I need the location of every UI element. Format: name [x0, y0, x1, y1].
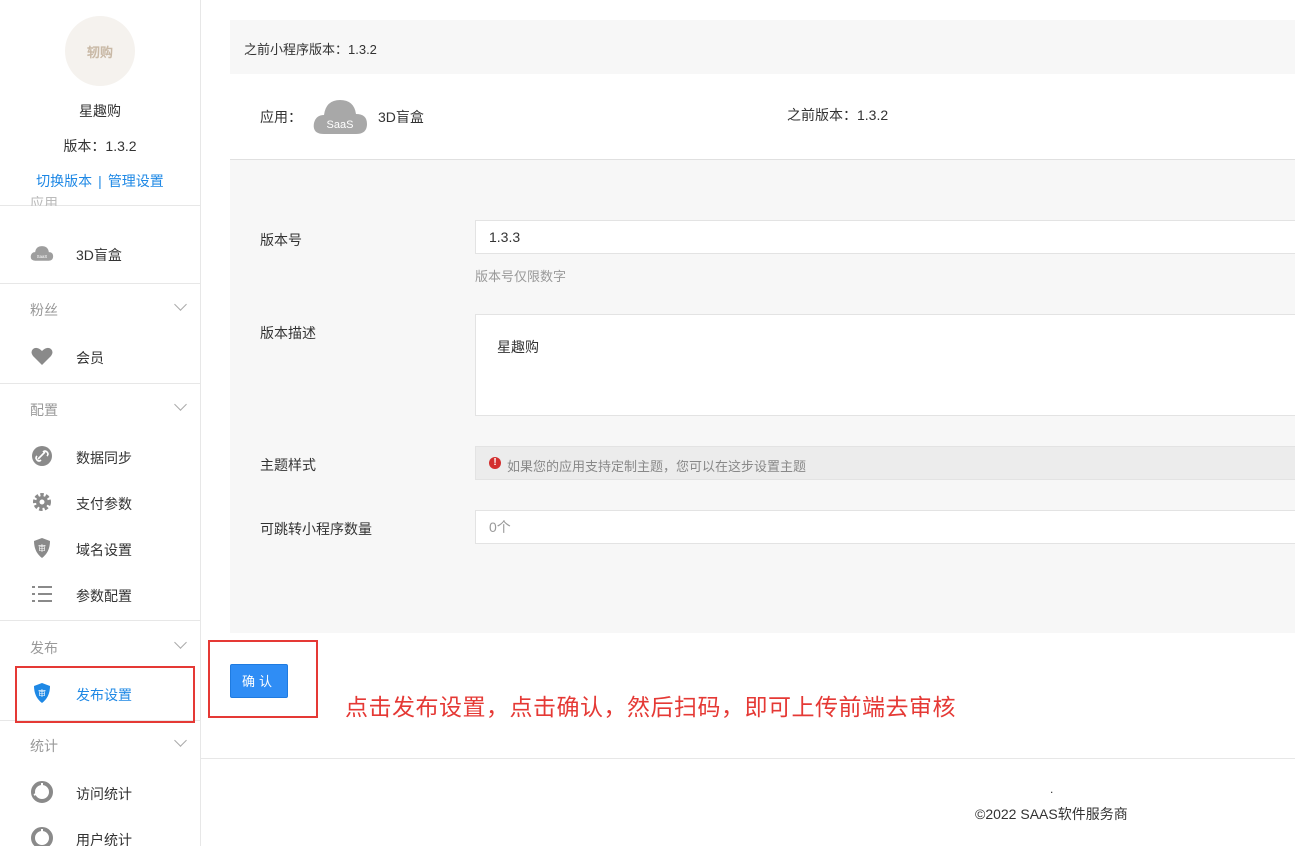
- previous-version: 之前版本：1.3.2: [787, 107, 889, 123]
- section-publish[interactable]: 发布: [0, 636, 200, 658]
- instruction-annotation: 点击发布设置，点击确认，然后扫码，即可上传前端去审核: [345, 694, 956, 720]
- app-logo: 轫购: [65, 16, 135, 86]
- version-hint: 版本号仅限数字: [475, 269, 567, 284]
- sidebar-item-label: 会员: [76, 350, 104, 366]
- section-title: 统计: [30, 738, 58, 754]
- previous-miniapp-version: 之前小程序版本：1.3.2: [244, 42, 377, 57]
- version-input[interactable]: 1.3.3: [475, 220, 1295, 254]
- sidebar-item-param-config[interactable]: 参数配置: [0, 574, 200, 614]
- shield-icon: 审: [30, 537, 54, 559]
- sidebar-item-label: 数据同步: [76, 450, 132, 466]
- sidebar-item-visit-stats[interactable]: 访问统计: [0, 772, 200, 812]
- copyright: ©2022 SAAS软件服务商: [975, 806, 1128, 822]
- manage-settings-link[interactable]: 管理设置: [108, 173, 164, 189]
- sidebar-item-user-stats[interactable]: 用户统计: [0, 818, 200, 846]
- sidebar-item-domain[interactable]: 审 域名设置: [0, 528, 200, 568]
- pie-chart-icon: [30, 781, 54, 803]
- jump-count-input[interactable]: 0个: [475, 510, 1295, 544]
- sidebar-item-label: 访问统计: [76, 786, 132, 802]
- app-name: 星趣购: [79, 103, 121, 119]
- saas-cloud-icon: SaaS: [312, 94, 368, 139]
- heart-icon: [30, 345, 54, 367]
- theme-warning-text: 如果您的应用支持定制主题，您可以在这步设置主题: [507, 459, 807, 474]
- app-version: 版本：1.3.2: [63, 138, 137, 154]
- gear-icon: [30, 491, 54, 513]
- saas-cloud-icon: SaaS: [30, 242, 54, 264]
- app-links: 切换版本 | 管理设置: [0, 171, 200, 191]
- chevron-down-icon: [174, 298, 187, 311]
- chevron-down-icon: [174, 734, 187, 747]
- pie-chart-icon: [30, 827, 54, 846]
- sidebar-item-label: 参数配置: [76, 588, 132, 604]
- section-fans[interactable]: 粉丝: [0, 298, 200, 320]
- sidebar-item-pay-params[interactable]: 支付参数: [0, 482, 200, 522]
- description-label: 版本描述: [260, 325, 316, 341]
- app-info-row: 应用： SaaS 3D盲盒 之前版本：1.3.2: [230, 74, 1295, 160]
- svg-text:SaaS: SaaS: [37, 254, 48, 259]
- divider: [0, 283, 200, 284]
- description-textarea[interactable]: 星趣购: [475, 314, 1295, 416]
- svg-text:审: 审: [38, 543, 46, 553]
- warning-icon: !: [489, 457, 501, 469]
- section-title: 粉丝: [30, 302, 58, 318]
- sidebar-item-label: 3D盲盒: [76, 247, 122, 263]
- section-title: 发布: [30, 640, 58, 656]
- cloud-text: SaaS: [327, 119, 354, 131]
- jump-count-label: 可跳转小程序数量: [260, 521, 372, 537]
- list-icon: [30, 583, 54, 605]
- version-label: 版本号: [260, 232, 302, 248]
- publish-form: 版本号 1.3.3 版本号仅限数字 版本描述 星趣购 主题样式 ! 如果您的应用…: [230, 160, 1295, 633]
- sidebar-item-member[interactable]: 会员: [0, 336, 200, 376]
- footer-dot: .: [1050, 782, 1054, 796]
- previous-version-bar: 之前小程序版本：1.3.2: [230, 20, 1295, 75]
- chevron-down-icon: [174, 636, 187, 649]
- switch-version-link[interactable]: 切换版本: [36, 173, 92, 189]
- divider: [200, 758, 1295, 759]
- app-name: 3D盲盒: [378, 109, 424, 125]
- app-label: 应用：: [260, 109, 302, 125]
- sidebar-item-label: 域名设置: [76, 542, 132, 558]
- link-separator: |: [98, 173, 102, 189]
- confirm-button[interactable]: 确认: [230, 664, 288, 698]
- divider: [0, 620, 200, 621]
- theme-warning: ! 如果您的应用支持定制主题，您可以在这步设置主题: [475, 446, 1295, 480]
- theme-label: 主题样式: [260, 457, 316, 473]
- link-icon: [30, 445, 54, 467]
- section-title: 配置: [30, 402, 58, 418]
- section-config[interactable]: 配置: [0, 398, 200, 420]
- chevron-down-icon: [174, 398, 187, 411]
- section-title-apps: 应用: [30, 196, 58, 206]
- sidebar-item-label: 支付参数: [76, 496, 132, 512]
- sidebar-item-3d-blindbox[interactable]: SaaS 3D盲盒: [0, 233, 200, 273]
- sidebar-item-label: 用户统计: [76, 832, 132, 846]
- divider: [0, 383, 200, 384]
- sidebar-item-data-sync[interactable]: 数据同步: [0, 436, 200, 476]
- highlight-box-publish: [15, 666, 195, 723]
- section-stats[interactable]: 统计: [0, 734, 200, 756]
